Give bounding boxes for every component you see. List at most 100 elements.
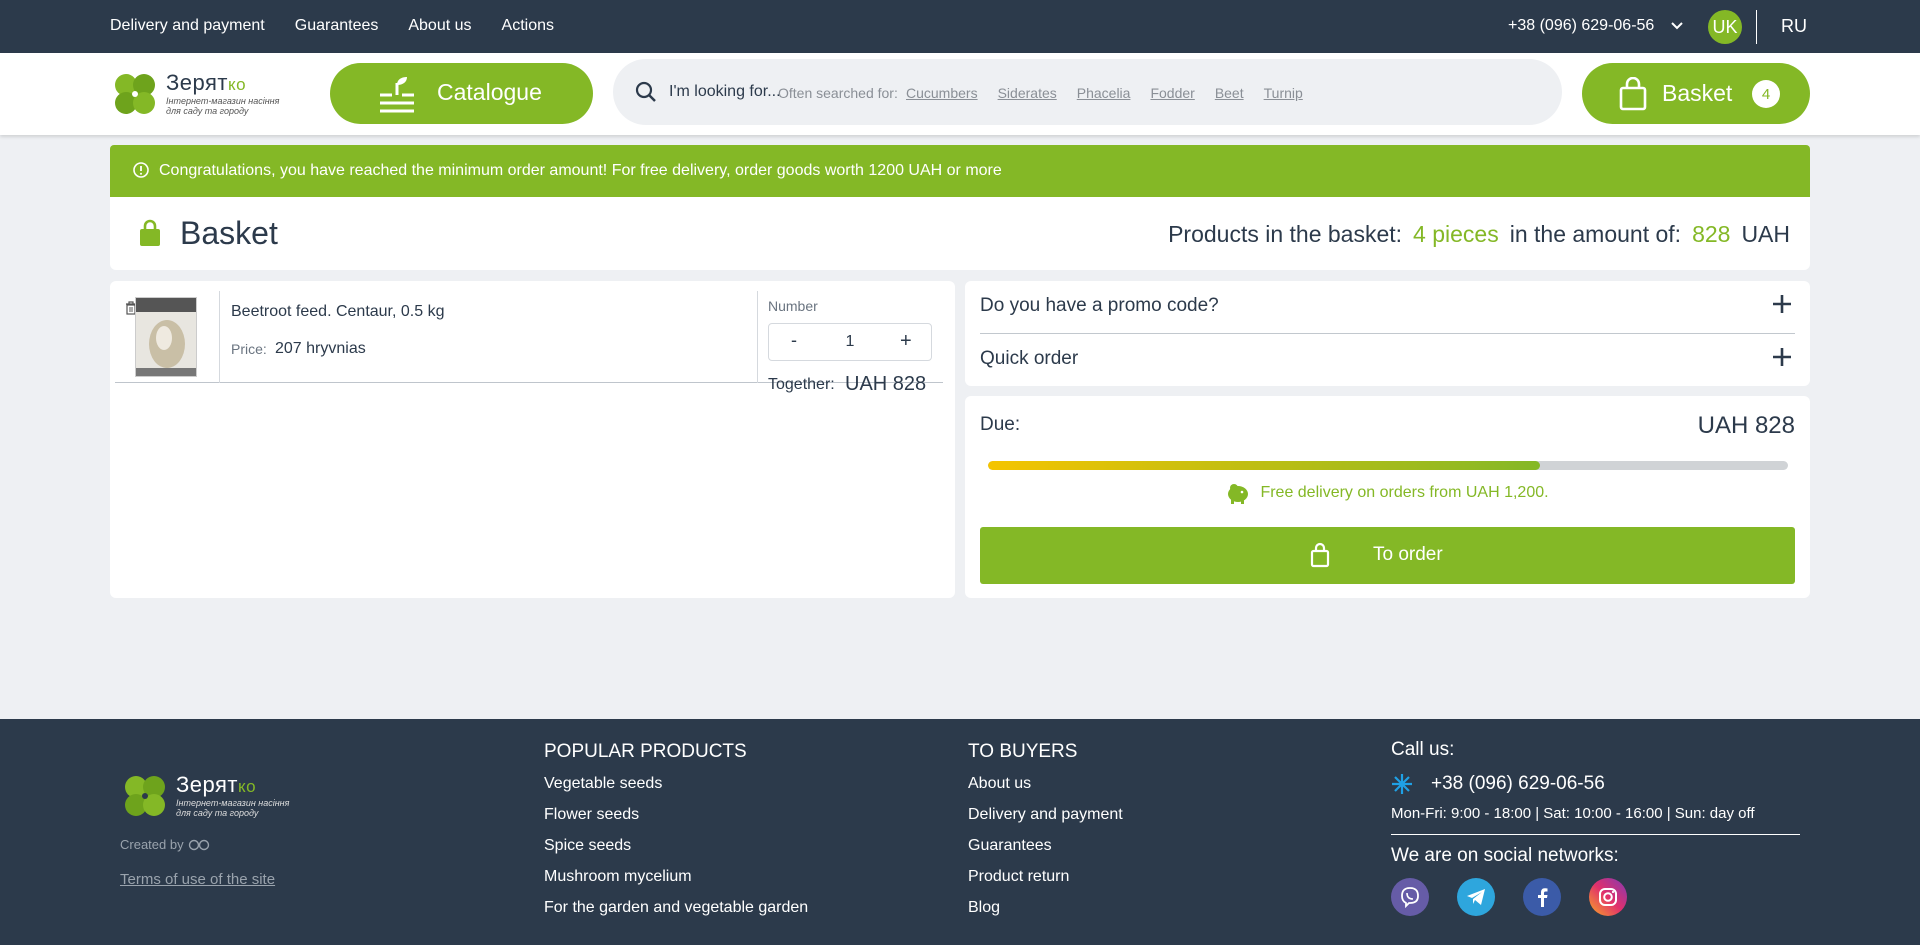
- often-searched-label: Often searched for:: [778, 85, 898, 101]
- footer-link-mushroom-mycelium[interactable]: Mushroom mycelium: [544, 868, 808, 886]
- tag-beet[interactable]: Beet: [1215, 85, 1244, 101]
- top-nav: Delivery and payment Guarantees About us…: [110, 17, 554, 35]
- footer-link-product-return[interactable]: Product return: [968, 868, 1123, 886]
- search-input[interactable]: [669, 81, 781, 103]
- footer-phone[interactable]: +38 (096) 629-06-56: [1391, 773, 1691, 795]
- logo-tagline-2: для саду та городу: [166, 106, 249, 116]
- summary-amount-label: in the amount of:: [1509, 221, 1682, 247]
- quick-order-toggle[interactable]: Quick order: [980, 334, 1795, 387]
- footer: Зерятко Інтернет-магазин насіння для сад…: [0, 719, 1920, 945]
- catalogue-label: Catalogue: [437, 79, 542, 105]
- due-card: Due: UAH 828 Free delivery on orders fro…: [965, 396, 1810, 598]
- call-us-label: Call us:: [1391, 739, 1455, 760]
- basket-items: Beetroot feed. Centaur, 0.5 kg Price: 20…: [110, 281, 955, 598]
- tag-phacelia[interactable]: Phacelia: [1077, 85, 1131, 101]
- to-order-label: To order: [1373, 544, 1443, 565]
- shopping-bag-icon: [1619, 77, 1647, 111]
- clover-logo-icon: [125, 776, 165, 816]
- summary-amount: 828: [1692, 221, 1731, 247]
- site-logo[interactable]: Зерятко Інтернет-магазин насіння для сад…: [110, 66, 310, 122]
- created-by[interactable]: Created by: [120, 837, 210, 852]
- catalogue-sprout-icon: [380, 77, 414, 113]
- quantity-value[interactable]: 1: [839, 333, 861, 351]
- due-label: Due:: [980, 414, 1021, 435]
- tag-siderates[interactable]: Siderates: [998, 85, 1057, 101]
- footer-link-guarantees[interactable]: Guarantees: [968, 837, 1123, 855]
- min-order-notice: Congratulations, you have reached the mi…: [110, 145, 1810, 197]
- contact-divider: [1391, 834, 1800, 835]
- free-delivery-note: Free delivery on orders from UAH 1,200.: [965, 482, 1810, 504]
- nav-about-us[interactable]: About us: [408, 17, 471, 35]
- search-bar: Often searched for: Cucumbers Siderates …: [613, 59, 1562, 125]
- promo-code-toggle[interactable]: Do you have a promo code?: [980, 281, 1795, 334]
- price-label: Price:: [231, 341, 267, 357]
- to-buyers-title: TO BUYERS: [968, 741, 1078, 762]
- viber-icon[interactable]: [1391, 878, 1429, 916]
- item-divider: [219, 291, 220, 383]
- beetroot-package-image: [136, 298, 196, 376]
- lang-uk-button[interactable]: UK: [1708, 10, 1742, 44]
- together-label: Together:: [768, 376, 835, 393]
- basket-summary: Products in the basket: 4 pieces in the …: [1168, 221, 1790, 248]
- increment-button[interactable]: +: [900, 330, 912, 353]
- logo-name: Зерятко: [166, 70, 247, 95]
- lang-ru-button[interactable]: RU: [1781, 16, 1807, 37]
- footer-link-about-us[interactable]: About us: [968, 775, 1123, 793]
- plus-icon: [1773, 295, 1791, 313]
- tag-fodder[interactable]: Fodder: [1150, 85, 1194, 101]
- top-bar: Delivery and payment Guarantees About us…: [0, 0, 1920, 53]
- product-image[interactable]: [135, 297, 197, 377]
- nav-delivery-payment[interactable]: Delivery and payment: [110, 17, 265, 35]
- search-icon[interactable]: [635, 81, 657, 103]
- basket-button[interactable]: Basket 4: [1582, 63, 1810, 124]
- promo-code-label: Do you have a promo code?: [980, 295, 1219, 316]
- studio-logo-icon: [188, 839, 209, 850]
- instagram-icon[interactable]: [1589, 878, 1627, 916]
- facebook-icon[interactable]: [1523, 878, 1561, 916]
- footer-logo-tagline-2: для саду та городу: [176, 808, 259, 818]
- price-value: 207 hryvnias: [275, 340, 366, 357]
- footer-link-spice-seeds[interactable]: Spice seeds: [544, 837, 808, 855]
- quick-order-label: Quick order: [980, 348, 1079, 369]
- shopping-bag-icon: [1310, 542, 1330, 568]
- summary-label: Products in the basket:: [1168, 221, 1403, 247]
- footer-link-blog[interactable]: Blog: [968, 899, 1123, 917]
- footer-link-vegetable-seeds[interactable]: Vegetable seeds: [544, 775, 808, 793]
- terms-link[interactable]: Terms of use of the site: [120, 871, 275, 888]
- catalogue-button[interactable]: Catalogue: [330, 63, 593, 124]
- notice-text: Congratulations, you have reached the mi…: [159, 162, 1002, 179]
- lang-divider: [1756, 10, 1757, 44]
- product-name[interactable]: Beetroot feed. Centaur, 0.5 kg: [231, 303, 444, 321]
- basket-label: Basket: [1662, 80, 1733, 106]
- social-label: We are on social networks:: [1391, 845, 1619, 866]
- contact-block: Call us: +38 (096) 629-06-56 Mon-Fri: 9:…: [1391, 739, 1800, 916]
- together-value: UAH 828: [845, 373, 927, 395]
- decrement-button[interactable]: -: [791, 330, 797, 351]
- working-hours: Mon-Fri: 9:00 - 18:00 | Sat: 10:00 - 16:…: [1391, 805, 1755, 822]
- order-options: Do you have a promo code? Quick order: [965, 281, 1810, 386]
- item-divider-2: [757, 291, 758, 383]
- basket-item: Beetroot feed. Centaur, 0.5 kg Price: 20…: [115, 291, 943, 395]
- free-delivery-progress: [988, 461, 1788, 470]
- footer-link-garden[interactable]: For the garden and vegetable garden: [544, 899, 808, 917]
- to-order-button[interactable]: To order: [980, 527, 1795, 584]
- footer-logo-tagline: Інтернет-магазин насіння: [176, 798, 290, 808]
- footer-link-delivery-payment[interactable]: Delivery and payment: [968, 806, 1123, 824]
- telegram-icon[interactable]: [1457, 878, 1495, 916]
- footer-logo-name: Зерятко: [176, 772, 257, 797]
- summary-pieces: 4 pieces: [1413, 221, 1499, 247]
- footer-logo[interactable]: Зерятко Інтернет-магазин насіння для сад…: [120, 771, 289, 821]
- plus-icon: [1773, 348, 1791, 366]
- nav-guarantees[interactable]: Guarantees: [295, 17, 379, 35]
- due-value: UAH 828: [1697, 412, 1795, 439]
- popular-products-title: POPULAR PRODUCTS: [544, 741, 747, 762]
- top-phone[interactable]: +38 (096) 629-06-56: [1508, 17, 1654, 35]
- nav-actions[interactable]: Actions: [502, 17, 554, 35]
- chevron-down-icon[interactable]: [1668, 16, 1686, 34]
- piggy-bank-icon: [1228, 484, 1249, 504]
- search-tags: Cucumbers Siderates Phacelia Fodder Beet…: [906, 85, 1303, 101]
- tag-turnip[interactable]: Turnip: [1264, 85, 1303, 101]
- tag-cucumbers[interactable]: Cucumbers: [906, 85, 978, 101]
- footer-link-flower-seeds[interactable]: Flower seeds: [544, 806, 808, 824]
- kyivstar-star-icon: [1392, 774, 1412, 794]
